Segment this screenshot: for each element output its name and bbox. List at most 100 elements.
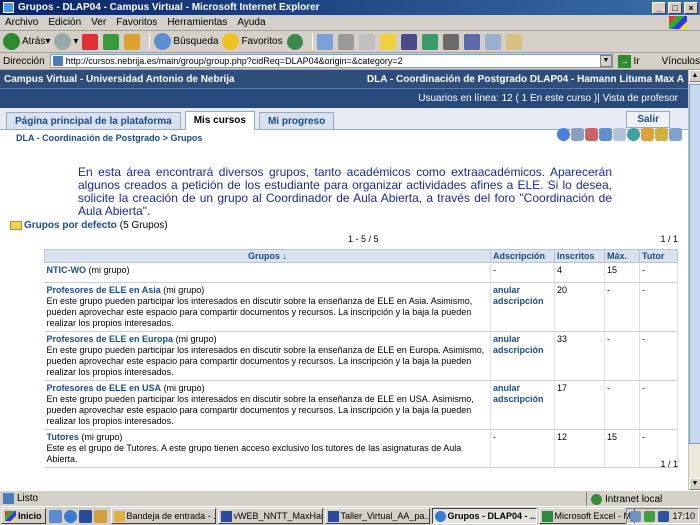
ie-task-icon: [434, 510, 446, 522]
bell-tool-icon[interactable]: [655, 128, 668, 141]
globe-tool-icon[interactable]: [627, 128, 640, 141]
scroll-up-icon[interactable]: ▲: [689, 70, 700, 82]
history-icon[interactable]: [286, 33, 303, 50]
volume-icon[interactable]: [630, 510, 642, 522]
minimize-button[interactable]: _: [652, 1, 666, 14]
mail-tool-icon[interactable]: [599, 128, 612, 141]
back-button[interactable]: Atrás ▾: [3, 33, 50, 50]
search-button[interactable]: Búsqueda: [154, 33, 218, 50]
group-tag: (mi grupo): [175, 334, 217, 344]
document-tool-icon[interactable]: [613, 128, 626, 141]
mail-icon[interactable]: [316, 33, 333, 50]
messenger-icon[interactable]: [421, 33, 438, 50]
menu-archivo[interactable]: Archivo: [5, 17, 38, 28]
unsubscribe-link[interactable]: anular adscripción: [490, 331, 555, 381]
scroll-thumb[interactable]: [689, 84, 700, 444]
cut-icon[interactable]: [463, 33, 480, 50]
clock[interactable]: 17:10: [672, 511, 695, 521]
group-tool-icon[interactable]: [669, 128, 682, 141]
col-groups[interactable]: Grupos ↓: [44, 249, 491, 263]
logout-button[interactable]: Salir: [626, 111, 670, 128]
links-button[interactable]: Vínculos: [662, 56, 700, 67]
address-input[interactable]: http://cursos.nebrija.es/main/group/grou…: [49, 54, 613, 68]
language-icon[interactable]: [658, 510, 670, 522]
tab-my-progress[interactable]: Mi progreso: [258, 112, 335, 129]
page-viewport: Campus Virtual - Universidad Antonio de …: [0, 70, 688, 490]
address-dropdown-icon[interactable]: ▼: [599, 55, 612, 67]
desktop-icon[interactable]: [48, 509, 62, 523]
close-button[interactable]: ×: [684, 1, 698, 14]
breadcrumb-course[interactable]: DLA - Coordinación de Postgrado: [16, 133, 160, 143]
paste-icon[interactable]: [505, 33, 522, 50]
task-taller-virtual[interactable]: Taller_Virtual_AA_pa...: [324, 508, 430, 524]
table-row: Profesores de ELE en USA (mi grupo) En es…: [44, 380, 678, 430]
adscripcion-cell: -: [490, 262, 555, 283]
course-name[interactable]: DLA - Coordinación de Postgrado DLAP04 -…: [367, 74, 684, 85]
group-name-link[interactable]: Profesores de ELE en Europa: [47, 334, 174, 344]
research-icon[interactable]: [400, 33, 417, 50]
group-name-link[interactable]: Tutores: [47, 432, 79, 442]
breadcrumb-page[interactable]: Grupos: [170, 133, 202, 143]
group-name-link[interactable]: Profesores de ELE en Asia: [47, 285, 161, 295]
pager-bottom: 1 / 1: [660, 459, 678, 469]
discuss-icon[interactable]: [442, 33, 459, 50]
tutor-cell: -: [639, 380, 678, 430]
groups-table: Grupos ↓ Adscripción Inscritos Máx. Tuto…: [44, 249, 678, 468]
go-arrow-icon[interactable]: →: [617, 54, 631, 68]
tab-home[interactable]: Página principal de la plataforma: [6, 112, 181, 129]
start-button[interactable]: Inicio: [1, 508, 46, 524]
col-tutor[interactable]: Tutor: [639, 249, 678, 263]
stop-icon[interactable]: [82, 33, 99, 50]
refresh-icon[interactable]: [103, 33, 120, 50]
tutor-cell: -: [639, 262, 678, 283]
col-inscritos[interactable]: Inscritos: [554, 249, 605, 263]
edit-tool-icon[interactable]: [585, 128, 598, 141]
campus-name[interactable]: Campus Virtual - Universidad Antonio de …: [4, 74, 235, 85]
col-adscripcion[interactable]: Adscripción: [490, 249, 555, 263]
edit-icon[interactable]: [358, 33, 375, 50]
task-excel[interactable]: Microsoft Excel - MAT...: [538, 508, 635, 524]
folder-icon[interactable]: [379, 33, 396, 50]
menu-favoritos[interactable]: Favoritos: [116, 17, 157, 28]
status-bar: Listo Intranet local: [0, 490, 700, 506]
unsubscribe-link[interactable]: anular adscripción: [490, 380, 555, 430]
ie-quicklaunch-icon[interactable]: [63, 509, 77, 523]
word-icon[interactable]: [78, 509, 92, 523]
menu-ver[interactable]: Ver: [91, 17, 106, 28]
menu-ayuda[interactable]: Ayuda: [237, 17, 265, 28]
status-text: Listo: [17, 493, 39, 504]
go-button[interactable]: Ir: [634, 56, 640, 67]
unsubscribe-link[interactable]: anular adscripción: [490, 282, 555, 332]
print-icon[interactable]: [337, 33, 354, 50]
home-icon[interactable]: [124, 33, 141, 50]
vertical-scrollbar[interactable]: ▲ ▼: [688, 70, 700, 490]
max-cell: 15: [604, 429, 640, 468]
default-groups: Grupos por defecto (5 Grupos): [10, 220, 168, 231]
maximize-button[interactable]: □: [668, 1, 682, 14]
task-inbox[interactable]: Bandeja de entrada - ...: [110, 508, 216, 524]
task-web-nntt[interactable]: vWEB_NNTT_MaxHam...: [217, 508, 323, 524]
group-description: Este es el grupo de Tutores. A este grup…: [46, 443, 462, 464]
default-groups-link[interactable]: Grupos por defecto: [24, 220, 117, 231]
forward-button[interactable]: ▾: [54, 33, 78, 50]
favorites-button[interactable]: Favoritos: [222, 33, 283, 50]
refresh-tool-icon[interactable]: [557, 128, 570, 141]
network-icon[interactable]: [644, 510, 656, 522]
users-tool-icon[interactable]: [641, 128, 654, 141]
group-name-link[interactable]: NTIC-WO: [47, 265, 87, 275]
copy-icon[interactable]: [484, 33, 501, 50]
outlook-icon[interactable]: [93, 509, 107, 523]
inscritos-cell: 33: [554, 331, 605, 381]
menu-herramientas[interactable]: Herramientas: [167, 17, 227, 28]
address-label: Dirección: [3, 55, 45, 67]
breadcrumb: DLA - Coordinación de Postgrado > Grupos: [0, 128, 688, 150]
group-name-link[interactable]: Profesores de ELE en USA: [47, 383, 162, 393]
col-max[interactable]: Máx.: [604, 249, 640, 263]
tab-my-courses[interactable]: Mis cursos: [184, 111, 255, 130]
star-icon: [222, 33, 240, 50]
gear-tool-icon[interactable]: [571, 128, 584, 141]
menu-edicion[interactable]: Edición: [48, 17, 81, 28]
inbox-icon: [113, 510, 125, 522]
scroll-down-icon[interactable]: ▼: [689, 478, 700, 490]
task-grupos[interactable]: Grupos - DLAP04 - ...: [431, 508, 537, 524]
